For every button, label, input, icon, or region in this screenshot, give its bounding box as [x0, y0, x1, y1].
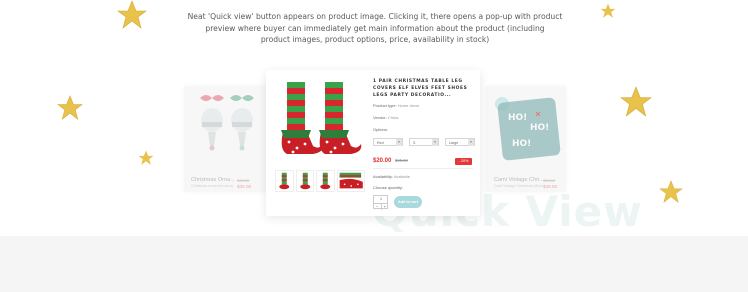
star-icon — [620, 86, 652, 117]
increment-button[interactable]: + — [380, 203, 388, 210]
color-select[interactable]: Red ▾ — [373, 138, 403, 146]
quantity-label: Choose quantity: — [373, 185, 404, 190]
product-thumbnails — [275, 170, 365, 192]
thumbnail[interactable] — [336, 170, 365, 192]
product-main-image[interactable] — [275, 78, 365, 166]
svg-text:HO!: HO! — [512, 139, 531, 149]
product-type-value: Home decor — [397, 103, 420, 108]
star-icon — [138, 150, 154, 165]
availability: Availability: Available — [373, 174, 410, 179]
footer-band — [0, 236, 748, 292]
price: $35.00 — [237, 184, 252, 189]
star-icon — [659, 180, 683, 204]
product-subtitle: Cami Vintage Christmas pillow — [494, 184, 543, 188]
product-name[interactable]: Cami Vintage Chri... — [494, 177, 544, 183]
vendor-value[interactable]: China — [388, 115, 398, 120]
current-price: $20.00 — [373, 158, 392, 164]
style-select-value: Large — [449, 141, 459, 145]
product-type: Product type: Home decor — [373, 103, 420, 108]
size-select[interactable]: S ▾ — [409, 138, 439, 146]
options-selects: Red ▾ S ▾ Large ▾ — [373, 138, 475, 146]
feature-description: Neat 'Quick view' button appears on prod… — [170, 11, 580, 46]
old-price: $25.00 — [395, 158, 408, 163]
thumbnail[interactable] — [295, 170, 315, 192]
description-line-2: preview where buyer can immediately get … — [205, 23, 545, 33]
old-price: $38.00 — [237, 178, 250, 183]
color-select-value: Red — [377, 141, 384, 145]
vendor: Vendor: China — [373, 115, 398, 120]
description-line-3: product images, product options, price, … — [260, 35, 490, 45]
svg-text:HO!: HO! — [530, 123, 549, 133]
quantity-value[interactable]: 1 — [374, 196, 388, 203]
star-icon — [57, 95, 83, 120]
product-name[interactable]: Christmas Orna... — [191, 177, 235, 183]
divider — [373, 168, 473, 169]
availability-label: Availability: — [373, 174, 393, 179]
add-to-cart-button[interactable]: Add to cart — [394, 196, 422, 208]
quantity-stepper[interactable]: 1 − + — [373, 195, 388, 210]
options-label: Options: — [373, 127, 388, 132]
ornament-image — [200, 95, 254, 151]
price: $48.00 — [543, 184, 558, 189]
description-line-1: Neat 'Quick view' button appears on prod… — [187, 12, 563, 21]
chevron-down-icon: ▾ — [396, 139, 402, 146]
thumbnail[interactable] — [316, 170, 335, 192]
product-price: $20.00 $25.00 — [373, 158, 408, 164]
availability-value: Available — [393, 174, 410, 179]
star-icon — [117, 0, 147, 29]
star-icon — [600, 3, 616, 18]
product-card-christmas-ornament[interactable]: Christmas Orna... Christmas ornament dec… — [184, 86, 268, 192]
thumbnail[interactable] — [275, 170, 294, 192]
svg-text:HO!: HO! — [508, 113, 527, 123]
old-price: $55.00 — [543, 178, 556, 183]
discount-badge: - 20% — [455, 158, 472, 165]
pillow-image: HO! HO! HO! — [495, 97, 561, 161]
product-subtitle: Christmas ornament decor — [191, 184, 234, 188]
style-select[interactable]: Large ▾ — [445, 138, 475, 146]
product-card-cami-pillow[interactable]: HO! HO! HO! Cami Vintage Chri... Cami Vi… — [486, 86, 566, 192]
vendor-label: Vendor: — [373, 115, 387, 120]
product-title[interactable]: 1 Pair Christmas Table Leg Covers Elf El… — [373, 78, 473, 99]
product-type-label: Product type: — [373, 103, 397, 108]
chevron-down-icon: ▾ — [432, 139, 438, 146]
size-select-value: S — [413, 141, 416, 145]
chevron-down-icon: ▾ — [468, 139, 474, 146]
